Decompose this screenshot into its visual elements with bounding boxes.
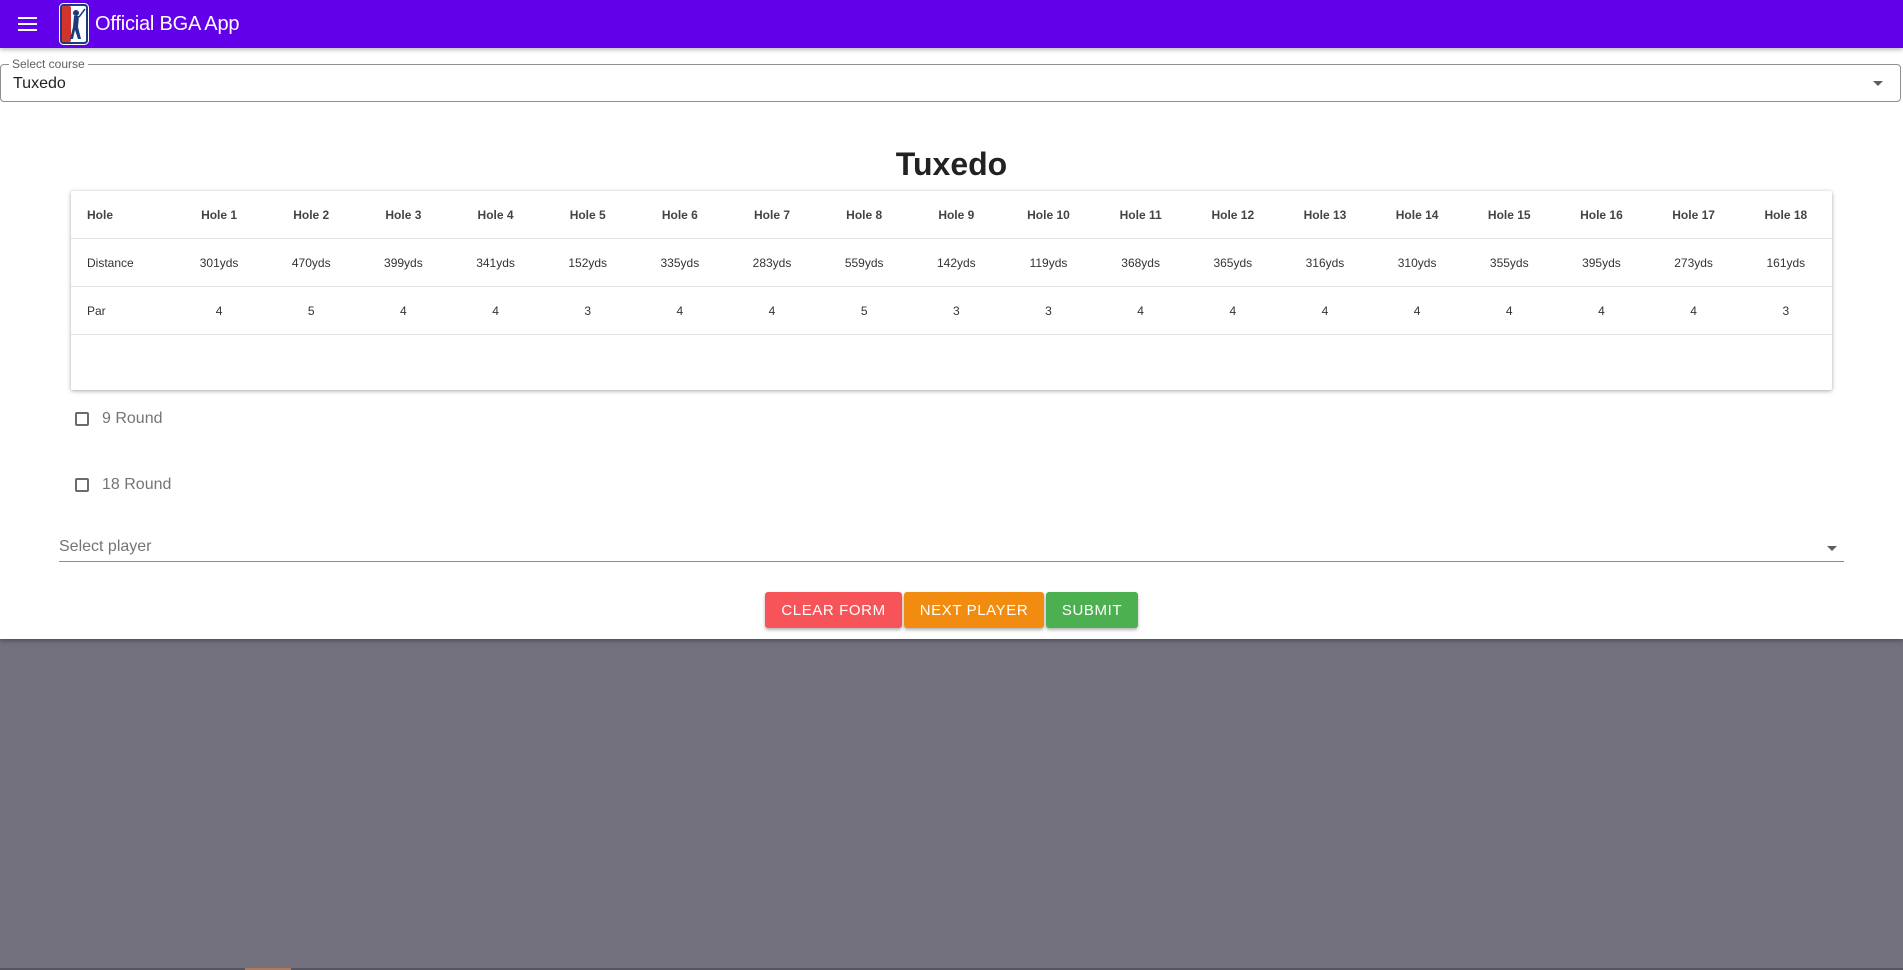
hole-row: Hole Hole 1 Hole 2 Hole 3 Hole 4 Hole 5 Hole … — [71, 191, 1832, 239]
distance-row: Distance 301yds 470yds 399yds 341yds 152yds 3… — [71, 238, 1832, 287]
chevron-down-icon — [1827, 546, 1837, 551]
distance-cell: 559yds — [818, 238, 911, 287]
distance-cell: 273yds — [1647, 238, 1740, 287]
par-cell: 4 — [633, 286, 726, 335]
par-cell: 4 — [1094, 286, 1187, 335]
app-bar: Official BGA App — [0, 0, 1903, 48]
next-player-button[interactable]: NEXT PLAYER — [904, 592, 1044, 628]
par-cell: 3 — [1002, 286, 1095, 335]
par-cell: 4 — [449, 286, 542, 335]
hole-header-cell: Hole 15 — [1463, 191, 1556, 239]
hole-header-cell: Hole 10 — [1002, 191, 1095, 239]
distance-cell: 283yds — [725, 238, 819, 287]
hole-header-cell: Hole 13 — [1278, 191, 1372, 239]
checkbox-icon[interactable] — [75, 412, 89, 426]
golfer-logo-icon — [59, 3, 89, 45]
par-cell: 3 — [1739, 286, 1832, 335]
distance-cell: 335yds — [633, 238, 726, 287]
round-9-label: 9 Round — [102, 410, 163, 427]
distance-cell: 399yds — [357, 238, 450, 287]
hole-header-cell: Hole 11 — [1094, 191, 1187, 239]
distance-cell: 341yds — [449, 238, 542, 287]
hole-header-cell: Hole 8 — [818, 191, 911, 239]
submit-button[interactable]: SUBMIT — [1046, 592, 1138, 628]
distance-cell: 142yds — [910, 238, 1003, 287]
distance-cell: 152yds — [541, 238, 634, 287]
round-9-checkbox[interactable]: 9 Round — [75, 410, 163, 428]
hole-header-cell: Hole 3 — [357, 191, 450, 239]
main-card: Select course Tuxedo Tuxedo Hole Hole 1H… — [0, 48, 1903, 639]
par-cell: 4 — [1186, 286, 1279, 335]
par-cell: 3 — [910, 286, 1003, 335]
par-row: Par 454434453344444443 — [71, 286, 1832, 335]
hole-header-cell: Hole 2 — [265, 191, 358, 239]
distance-cell: 368yds — [1094, 238, 1187, 287]
par-cell: 4 — [1647, 286, 1740, 335]
distance-cell: 301yds — [173, 238, 266, 287]
par-cell: 4 — [1555, 286, 1648, 335]
hole-header-cell: Hole 9 — [910, 191, 1003, 239]
hamburger-menu-icon[interactable] — [16, 12, 40, 36]
distance-cell: 161yds — [1739, 238, 1832, 287]
hole-header-cell: Hole 7 — [725, 191, 819, 239]
par-cell: 4 — [357, 286, 450, 335]
distance-cell: 119yds — [1002, 238, 1095, 287]
par-cell: 5 — [265, 286, 358, 335]
player-select[interactable]: Select player — [59, 534, 1844, 562]
distance-cell: 316yds — [1278, 238, 1372, 287]
round-18-checkbox[interactable]: 18 Round — [75, 476, 171, 494]
distance-cell: 355yds — [1463, 238, 1556, 287]
checkbox-icon[interactable] — [75, 478, 89, 492]
course-title: Tuxedo — [895, 146, 1008, 182]
row-label-distance: Distance — [71, 238, 173, 287]
hole-header-cell: Hole 16 — [1555, 191, 1648, 239]
par-cell: 4 — [1371, 286, 1464, 335]
form-actions: CLEAR FORM NEXT PLAYER SUBMIT — [765, 592, 1138, 628]
par-cell: 5 — [818, 286, 911, 335]
hole-header-cell: Hole 4 — [449, 191, 542, 239]
hole-header-cell: Hole 5 — [541, 191, 634, 239]
par-cell: 3 — [541, 286, 634, 335]
hole-header-cell: Hole 6 — [633, 191, 726, 239]
scorecard-table: Hole Hole 1 Hole 2 Hole 3 Hole 4 Hole 5 Hole … — [71, 191, 1832, 390]
course-select[interactable]: Select course Tuxedo — [0, 58, 1901, 102]
row-label-par: Par — [71, 286, 173, 335]
clear-form-button[interactable]: CLEAR FORM — [765, 592, 902, 628]
hole-header-cell: Hole 1 — [173, 191, 266, 239]
hole-header-cell: Hole 18 — [1739, 191, 1832, 239]
round-18-label: 18 Round — [102, 476, 172, 493]
course-select-value: Tuxedo — [13, 75, 66, 92]
par-cell: 4 — [1463, 286, 1556, 335]
distance-cell: 395yds — [1555, 238, 1648, 287]
distance-cell: 470yds — [265, 238, 358, 287]
course-select-label: Select course — [9, 58, 88, 70]
row-label-hole: Hole — [71, 191, 173, 239]
hole-header-cell: Hole 12 — [1186, 191, 1279, 239]
par-cell: 4 — [1278, 286, 1372, 335]
chevron-down-icon — [1873, 81, 1883, 86]
hole-header-cell: Hole 14 — [1371, 191, 1464, 239]
par-cell: 4 — [173, 286, 266, 335]
distance-cell: 365yds — [1186, 238, 1279, 287]
player-select-placeholder: Select player — [59, 538, 152, 555]
par-cell: 4 — [725, 286, 819, 335]
distance-cell: 310yds — [1371, 238, 1464, 287]
hole-header-cell: Hole 17 — [1647, 191, 1740, 239]
app-title: Official BGA App — [95, 12, 240, 35]
